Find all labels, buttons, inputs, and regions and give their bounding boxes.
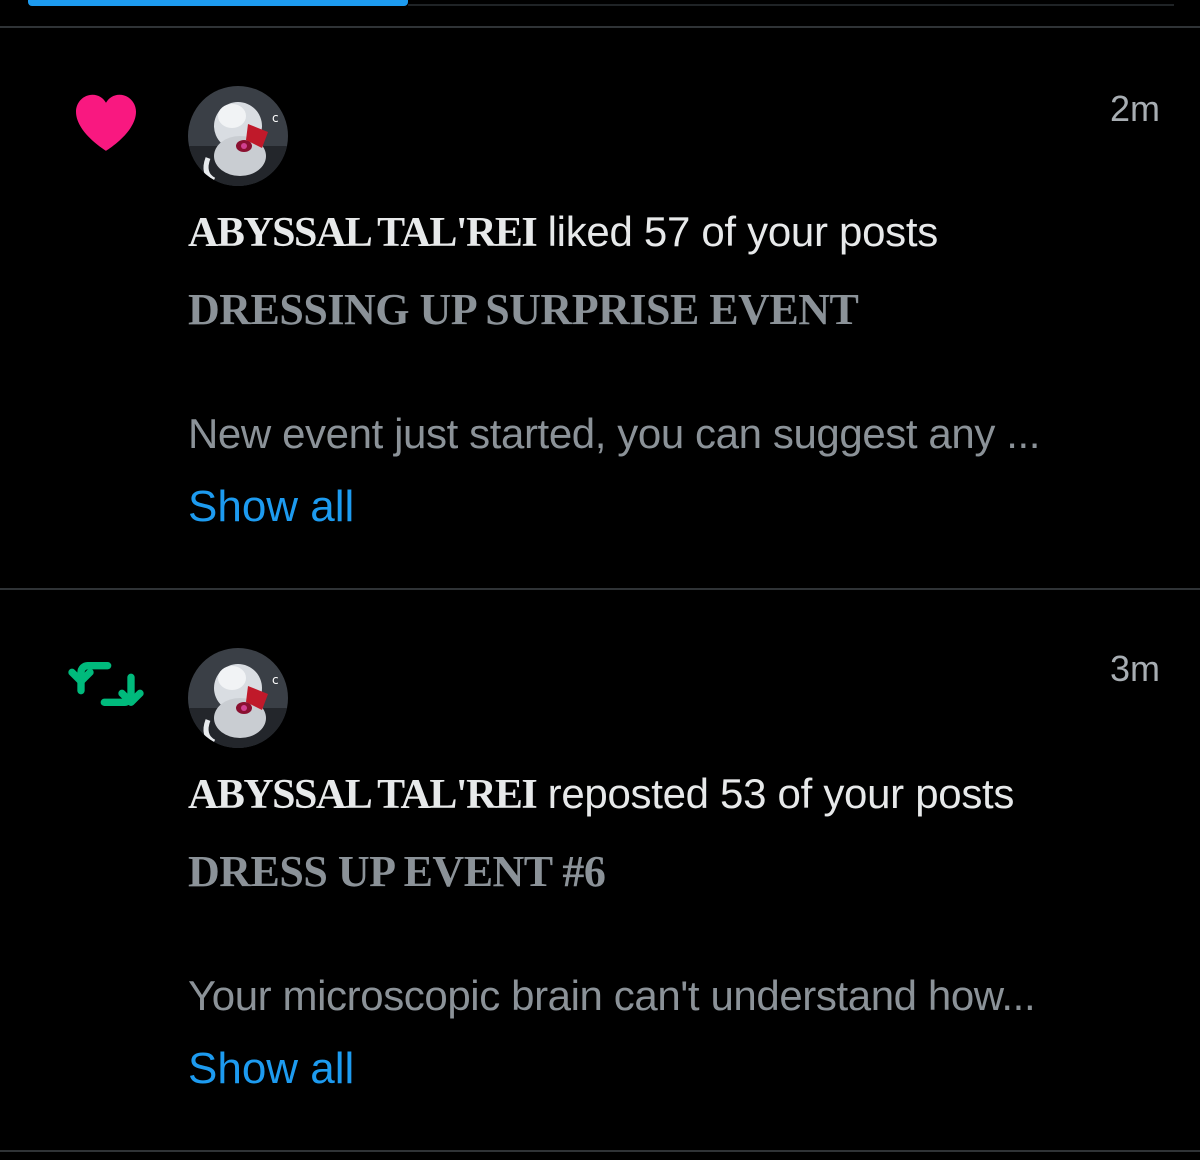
heart-icon — [70, 86, 142, 158]
svg-text:c: c — [272, 673, 279, 687]
actor-name[interactable]: ABYSSAL TAL'REI — [188, 772, 538, 818]
post-excerpt: New event just started, you can suggest … — [188, 410, 1041, 457]
tab-bar-line — [408, 4, 1174, 6]
post-excerpt: Your microscopic brain can't understand … — [188, 972, 1036, 1019]
post-title: DRESS UP EVENT #6 — [188, 847, 606, 896]
svg-text:c: c — [272, 111, 279, 125]
show-all-link[interactable]: Show all — [188, 482, 354, 532]
notification-repost[interactable]: c 3m ABYSSAL TAL'REI reposted 53 of your… — [0, 590, 1200, 1150]
avatar[interactable]: c — [188, 86, 288, 186]
action-text: liked 57 of your posts — [536, 208, 939, 255]
actor-name[interactable]: ABYSSAL TAL'REI — [188, 210, 538, 256]
show-all-link[interactable]: Show all — [188, 1044, 354, 1094]
notification-summary: ABYSSAL TAL'REI liked 57 of your posts — [188, 208, 938, 257]
avatar[interactable]: c — [188, 648, 288, 748]
post-title: DRESSING UP SURPRISE EVENT — [188, 285, 859, 334]
divider — [0, 1150, 1200, 1152]
notification-like[interactable]: c 2m ABYSSAL TAL'REI liked 57 of your po… — [0, 28, 1200, 588]
timestamp: 2m — [1109, 88, 1160, 129]
active-tab-indicator — [28, 0, 408, 6]
tab-bar — [0, 0, 1200, 28]
repost-icon — [66, 644, 146, 724]
action-text: reposted 53 of your posts — [536, 770, 1015, 817]
timestamp: 3m — [1109, 648, 1160, 689]
notification-summary: ABYSSAL TAL'REI reposted 53 of your post… — [188, 770, 1014, 819]
